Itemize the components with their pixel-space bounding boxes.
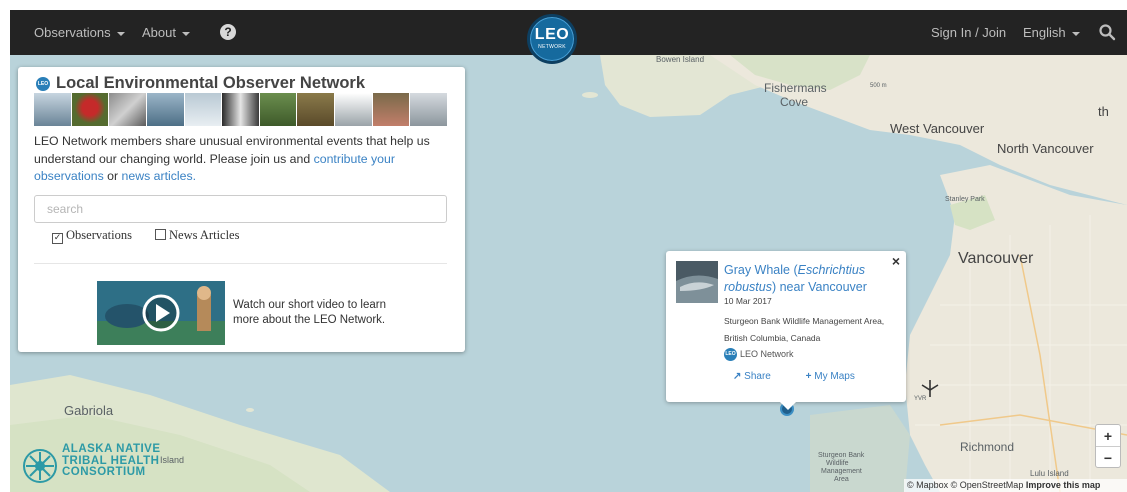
video-thumbnail[interactable] (97, 281, 225, 345)
map-label: Vancouver (958, 250, 1034, 267)
share-label: Share (744, 371, 771, 382)
anthc-logo[interactable]: ALASKA NATIVE TRIBAL HEALTH CONSORTIUM (22, 443, 192, 492)
panel-title-text: Local Environmental Observer Network (56, 74, 366, 92)
logo-subtext: NETWORK (538, 44, 566, 50)
attribution-text: © Mapbox © OpenStreetMap (907, 480, 1026, 490)
news-articles-checkbox[interactable] (155, 229, 166, 240)
divider (34, 263, 447, 264)
chevron-down-icon (116, 31, 125, 36)
about-menu-label: About (142, 25, 176, 40)
play-icon (97, 281, 225, 345)
leo-network-logo[interactable]: LEO NETWORK (527, 14, 577, 64)
map-label: Management (821, 468, 862, 475)
map-label: YVR (914, 396, 927, 402)
map-label: Stanley Park (945, 196, 985, 203)
map-label: Richmond (960, 440, 1015, 454)
photo-strip (34, 93, 448, 126)
photo-thumbnail[interactable] (146, 93, 184, 126)
map-label: Lulu Island (1030, 469, 1069, 478)
photo-thumbnail[interactable] (184, 93, 222, 126)
leo-badge-icon: LEO (724, 348, 737, 361)
info-panel: LEO Local Environmental Observer Network … (18, 67, 465, 352)
map-label: 500 m (870, 83, 887, 89)
observation-popup: × Gray Whale (Eschrichtius robustus) nea… (666, 251, 906, 410)
anthc-text: ALASKA NATIVE TRIBAL HEALTH CONSORTIUM (62, 443, 161, 479)
share-button[interactable]: ↗ Share (733, 371, 787, 382)
photo-thumbnail[interactable] (335, 93, 372, 126)
observations-checkbox-row[interactable]: ✓ Observations (52, 228, 132, 244)
observation-title-suffix: ) near Vancouver (771, 279, 867, 294)
popup-actions: ↗ Share + My Maps (733, 371, 887, 382)
zoom-in-button[interactable]: + (1096, 425, 1120, 447)
photo-thumbnail[interactable] (259, 93, 297, 126)
anthc-line: CONSORTIUM (62, 466, 146, 478)
language-menu[interactable]: English (1023, 10, 1080, 55)
observations-checkbox[interactable]: ✓ (52, 233, 63, 244)
observation-author[interactable]: LEO LEO Network (724, 348, 794, 361)
my-maps-button[interactable]: + My Maps (806, 371, 871, 382)
map-label: Area (834, 476, 849, 483)
improve-map-link[interactable]: Improve this map (1026, 480, 1101, 490)
photo-thumbnail[interactable] (372, 93, 410, 126)
map-attribution: © Mapbox © OpenStreetMap Improve this ma… (904, 479, 1127, 492)
photo-thumbnail[interactable] (34, 93, 71, 126)
observation-title-prefix: Gray Whale ( (724, 263, 798, 277)
map-label: North Vancouver (997, 141, 1094, 156)
description-or: or (103, 169, 122, 183)
plus-icon: + (805, 371, 812, 382)
map-label: Wildlife (826, 460, 849, 467)
search-input[interactable] (34, 195, 447, 223)
map-label: th (1098, 104, 1109, 119)
observation-thumbnail[interactable] (676, 261, 718, 303)
observations-menu[interactable]: Observations (34, 10, 125, 55)
map-label: West Vancouver (890, 121, 985, 136)
share-icon: ↗ (733, 371, 742, 382)
chevron-down-icon (1071, 31, 1080, 36)
video-caption: Watch our short video to learn more abou… (233, 299, 386, 326)
anthc-line: ALASKA NATIVE (62, 443, 161, 455)
logo-text: LEO (534, 26, 570, 43)
photo-thumbnail[interactable] (222, 93, 259, 126)
panel-description: LEO Network members share unusual enviro… (34, 133, 454, 186)
chevron-down-icon (181, 31, 190, 36)
map-label: Fishermans (764, 81, 827, 95)
news-articles-link[interactable]: news articles. (122, 169, 197, 183)
map-label: Cove (780, 95, 809, 109)
zoom-control: + − (1095, 424, 1121, 468)
anthc-emblem-icon (23, 449, 57, 483)
search-icon[interactable] (1098, 23, 1116, 41)
photo-thumbnail[interactable] (297, 93, 335, 126)
language-menu-label: English (1023, 25, 1066, 40)
popup-pointer (780, 402, 796, 410)
panel-title: LEO Local Environmental Observer Network (36, 74, 365, 93)
my-maps-label: My Maps (814, 371, 855, 382)
photo-thumbnail[interactable] (410, 93, 448, 126)
news-articles-checkbox-row[interactable]: News Articles (155, 228, 239, 243)
observation-location: Sturgeon Bank Wildlife Management Area, … (724, 316, 885, 343)
observations-menu-label: Observations (34, 25, 111, 40)
observation-title[interactable]: Gray Whale (Eschrichtius robustus) near … (724, 262, 896, 295)
map-label: Gabriola (64, 403, 114, 418)
help-icon[interactable]: ? (220, 24, 236, 40)
photo-thumbnail[interactable] (109, 93, 146, 126)
author-name: LEO Network (740, 348, 794, 359)
photo-thumbnail[interactable] (71, 93, 109, 126)
zoom-out-button[interactable]: − (1096, 447, 1120, 469)
observations-checkbox-label: Observations (66, 228, 132, 242)
map-label: Bowen Island (656, 55, 705, 64)
observation-date: 10 Mar 2017 (724, 296, 772, 306)
map-label: Sturgeon Bank (818, 452, 865, 459)
leo-badge-icon: LEO (36, 76, 50, 91)
news-articles-checkbox-label: News Articles (169, 228, 240, 242)
about-menu[interactable]: About (142, 10, 190, 55)
sign-in-link[interactable]: Sign In / Join (931, 10, 1006, 55)
